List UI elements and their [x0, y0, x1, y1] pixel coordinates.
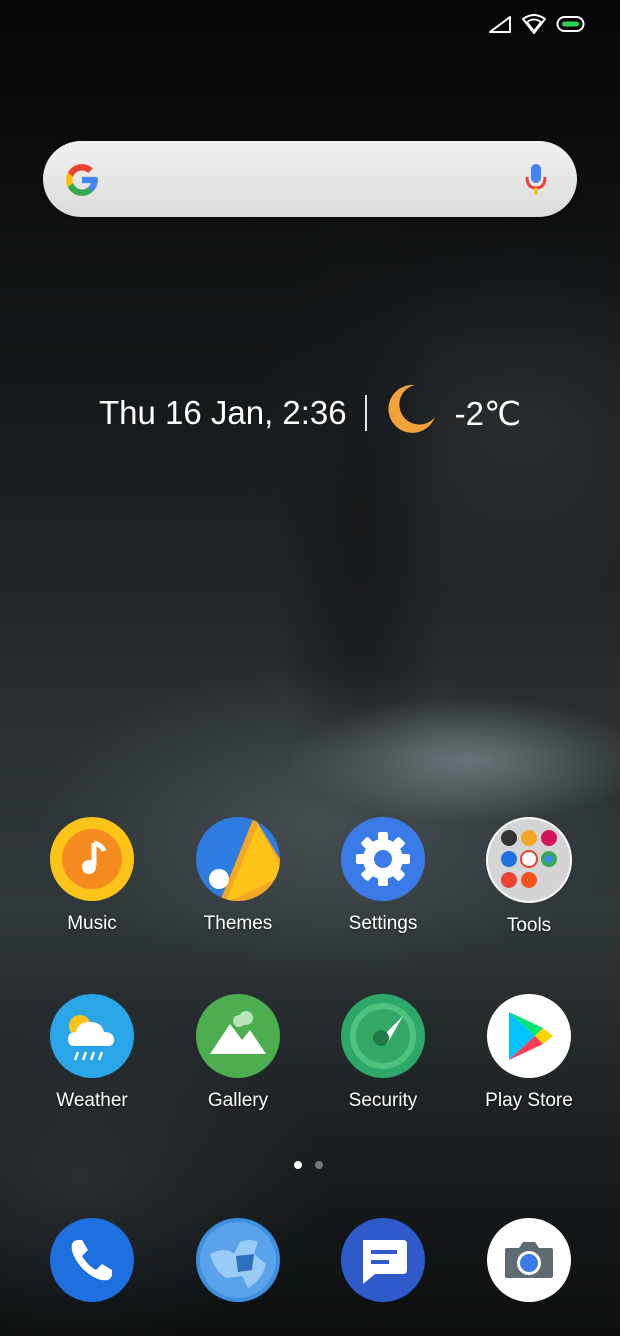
music-icon — [50, 817, 134, 901]
app-weather[interactable]: Weather — [27, 994, 157, 1112]
weather-icon — [50, 994, 134, 1078]
app-security[interactable]: Security — [318, 994, 448, 1112]
status-bar — [488, 14, 586, 39]
app-gallery[interactable]: Gallery — [173, 994, 303, 1112]
app-label: Weather — [56, 1090, 128, 1111]
dock-browser[interactable] — [173, 1218, 303, 1302]
play-store-icon — [487, 994, 571, 1078]
security-icon — [341, 994, 425, 1078]
app-settings[interactable]: Settings — [318, 817, 448, 935]
app-label: Themes — [203, 913, 273, 934]
themes-icon — [196, 817, 280, 901]
date-time-text: Thu 16 Jan, 2:36 — [98, 394, 347, 431]
dock-messages[interactable] — [318, 1218, 448, 1302]
page-indicator — [294, 1161, 323, 1169]
app-label: Music — [67, 913, 117, 934]
temperature-text: -2℃ — [454, 394, 522, 432]
app-tools-folder[interactable]: Tools — [464, 817, 594, 937]
app-music[interactable]: Music — [27, 817, 157, 935]
widget-divider — [364, 395, 367, 431]
wifi-icon — [522, 14, 546, 39]
app-label: Gallery — [207, 1090, 269, 1111]
dock-camera[interactable] — [464, 1218, 594, 1302]
moon-icon — [385, 383, 437, 443]
google-g-icon — [63, 161, 101, 204]
page-dot[interactable] — [315, 1161, 323, 1169]
signal-icon — [488, 14, 512, 39]
browser-icon — [196, 1218, 280, 1302]
clock-weather-widget[interactable]: Thu 16 Jan, 2:36 -2℃ — [0, 384, 620, 438]
gallery-icon — [196, 994, 280, 1078]
app-label: Settings — [348, 913, 418, 934]
folder-icon — [486, 817, 572, 903]
microphone-icon[interactable] — [525, 163, 547, 202]
app-play-store[interactable]: Play Store — [464, 994, 594, 1112]
dock-phone[interactable] — [27, 1218, 157, 1302]
camera-icon — [487, 1218, 571, 1302]
messages-icon — [341, 1218, 425, 1302]
app-label: Security — [348, 1090, 418, 1111]
phone-icon — [50, 1218, 134, 1302]
app-label: Play Store — [485, 1090, 573, 1111]
app-themes[interactable]: Themes — [173, 817, 303, 935]
google-search-bar[interactable] — [43, 141, 577, 217]
page-dot-active[interactable] — [294, 1161, 302, 1169]
gear-icon — [341, 817, 425, 901]
app-label: Tools — [506, 915, 552, 936]
battery-icon — [556, 14, 586, 39]
